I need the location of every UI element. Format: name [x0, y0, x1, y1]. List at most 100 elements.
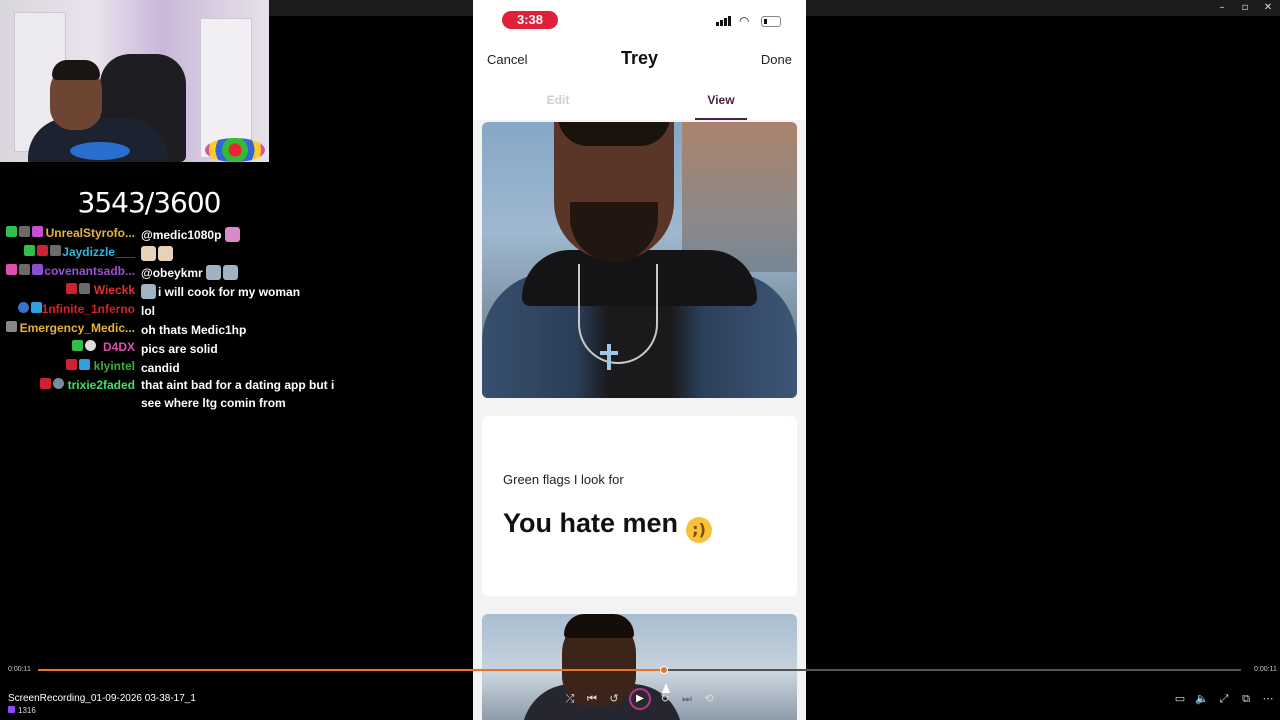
chat-text: @obeykmr	[141, 264, 361, 282]
mod-badge-icon	[50, 245, 61, 256]
captions-icon[interactable]: ▭	[1171, 690, 1189, 708]
chat-username[interactable]: 1nfinite_1nferno	[42, 302, 135, 316]
fullscreen-icon[interactable]: ⤢	[1215, 690, 1233, 708]
moderator-badge-icon	[53, 378, 64, 389]
mouse-cursor	[662, 683, 670, 693]
winking-face-emoji-icon: ;)	[686, 517, 713, 543]
subscriber-badge-icon	[6, 321, 17, 332]
emote-icon	[158, 246, 173, 261]
elapsed-time: 0:00:11	[8, 666, 31, 673]
webcam-streamer-hair	[52, 60, 100, 80]
chat-badges	[18, 302, 42, 315]
prompt-card[interactable]: Green flags I look for You hate men;)	[482, 416, 797, 596]
seek-bar-progress	[38, 669, 664, 671]
chat-message: Emergency_Medic... oh thats Medic1hp	[0, 319, 440, 337]
chat-text: @medic1080p	[141, 226, 361, 244]
chat-username[interactable]: UnrealStyrofo...	[46, 226, 135, 240]
previous-icon[interactable]: ⏮	[583, 690, 601, 708]
profile-name-title: Trey	[620, 48, 659, 68]
view-count: 1316	[8, 706, 36, 715]
mod-badge-icon	[19, 226, 30, 237]
repeat-off-icon[interactable]: ⟲	[700, 690, 718, 708]
minimize-icon[interactable]: –	[1212, 1, 1232, 15]
next-icon[interactable]: ⏭	[678, 690, 696, 708]
sub-badge-icon	[66, 283, 77, 294]
sub-badge-icon	[37, 245, 48, 256]
chat-message: klyintel candid	[0, 357, 440, 375]
chat-text: candid	[141, 361, 180, 375]
phone-status-bar: 3:38 ◠	[473, 0, 806, 38]
active-tab-indicator	[695, 118, 747, 120]
chat-username[interactable]: Wieckk	[94, 283, 135, 297]
chat-text: oh thats Medic1hp	[141, 323, 247, 337]
chat-badges	[66, 359, 90, 372]
chat-badges	[40, 378, 64, 391]
sub-badge-icon	[40, 378, 51, 389]
play-button[interactable]: ▶	[629, 688, 651, 710]
battery-icon	[761, 16, 781, 27]
verified-badge-icon	[6, 226, 17, 237]
profile-photo-1[interactable]	[482, 122, 797, 398]
webcam-colorful-toy	[205, 138, 265, 162]
turbo-badge-icon	[31, 302, 42, 313]
volume-icon[interactable]: 🔈	[1193, 690, 1211, 708]
photo-hair	[558, 122, 670, 146]
heart-badge-icon	[6, 264, 17, 275]
verified-badge-icon	[24, 245, 35, 256]
restore-icon[interactable]: ▫	[1235, 1, 1255, 15]
mod-badge-icon	[79, 283, 90, 294]
gift-badge-icon	[32, 226, 43, 237]
profile-header: Cancel Trey Done	[473, 38, 806, 84]
photo-chain	[578, 264, 658, 364]
chat-text: lol	[141, 304, 155, 318]
verified-badge-icon	[72, 340, 83, 351]
chat-username[interactable]: D4DX	[103, 340, 135, 354]
emote-icon	[206, 265, 222, 280]
tab-view[interactable]: View	[695, 93, 747, 107]
gift-badge-icon	[32, 264, 43, 275]
webcam-door-right	[200, 18, 252, 158]
cellular-signal-icon	[716, 16, 731, 26]
chat-message: Wieckk i will cook for my woman	[0, 281, 440, 299]
chat-text: that aint bad for a dating app but i see…	[141, 378, 335, 410]
skull-badge-icon	[85, 340, 96, 351]
webcam-shirt-logo	[70, 142, 130, 160]
emote-icon	[224, 227, 240, 242]
mod-badge-icon	[19, 264, 30, 275]
close-icon[interactable]: ✕	[1258, 1, 1278, 15]
phone-screen: 3:38 ◠ Cancel Trey Done Edit View Green …	[473, 0, 806, 720]
chat-badges	[6, 226, 43, 239]
chat-badges	[24, 245, 61, 258]
twitch-icon	[8, 706, 15, 713]
chat-badges	[6, 264, 43, 277]
more-options-icon[interactable]: ⋯	[1259, 690, 1277, 708]
chat-message: trixie2faded that aint bad for a dating …	[0, 376, 440, 416]
chat-message: UnrealStyrofo... @medic1080p	[0, 224, 440, 242]
seek-bar[interactable]	[38, 666, 1241, 674]
emote-icon	[141, 284, 156, 299]
video-filename: ScreenRecording_01-09-2026 03-38-17_1	[8, 693, 196, 704]
rewind-10-icon[interactable]: ↺	[605, 690, 623, 708]
chat-badges	[72, 340, 96, 353]
chat-username[interactable]: Emergency_Medic...	[20, 321, 135, 335]
mini-player-icon[interactable]: ⧉	[1237, 690, 1255, 708]
webcam-feed	[0, 0, 269, 162]
seek-bar-handle[interactable]	[659, 666, 668, 674]
chat-message: Jaydizzle___	[0, 243, 440, 261]
edit-view-tabs: Edit View	[473, 84, 806, 120]
turbo-badge-icon	[79, 359, 90, 370]
cross-pendant-bar	[600, 351, 618, 355]
chat-text	[141, 245, 361, 263]
chat-username[interactable]: covenantsadb...	[44, 264, 135, 278]
chat-username[interactable]: klyintel	[94, 359, 135, 373]
shuffle-icon[interactable]: ⤮	[561, 690, 579, 708]
prompt-answer: You hate men;)	[503, 508, 713, 543]
chat-text: i will cook for my woman	[141, 283, 361, 301]
prime-badge-icon	[18, 302, 29, 313]
sub-badge-icon	[66, 359, 77, 370]
tab-edit[interactable]: Edit	[473, 93, 643, 107]
chat-badges	[6, 321, 17, 334]
chat-username[interactable]: Jaydizzle___	[62, 245, 135, 259]
done-button[interactable]: Done	[761, 52, 792, 67]
chat-username[interactable]: trixie2faded	[68, 378, 135, 392]
